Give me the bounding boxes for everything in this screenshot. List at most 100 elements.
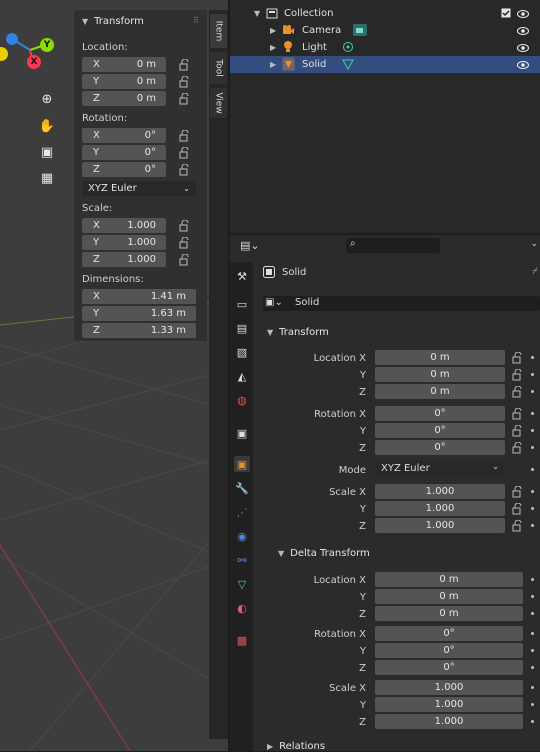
lock-icon[interactable] (178, 76, 190, 88)
animate-property-dot[interactable] (531, 507, 534, 510)
rotation-mode-dropdown[interactable]: XYZ Euler ⌄ (375, 462, 505, 477)
tab-tool[interactable]: Tool (210, 52, 227, 84)
texture-tab-icon[interactable]: ▩ (234, 632, 250, 648)
relations-section-header[interactable]: ▶ Relations (267, 741, 325, 752)
animate-property-dot[interactable] (531, 490, 534, 493)
camera-data-icon[interactable] (352, 23, 368, 37)
location-x-field[interactable]: 0 m (375, 350, 505, 365)
chevron-right-icon[interactable]: ▶ (270, 43, 276, 52)
lock-icon[interactable] (511, 520, 523, 532)
rotation-y-field[interactable]: Y 0° (82, 145, 166, 160)
lock-icon[interactable] (511, 503, 523, 515)
scale-z-field[interactable]: 1.000 (375, 518, 505, 533)
tool-tab-icon[interactable]: ⚒ (234, 268, 250, 284)
scale-y-field[interactable]: 1.000 (375, 501, 505, 516)
render-tab-icon[interactable]: ▭ (234, 296, 250, 312)
eye-icon[interactable] (517, 44, 529, 52)
animate-property-dot[interactable] (531, 720, 534, 723)
animate-property-dot[interactable] (531, 666, 534, 669)
delta-location-y-field[interactable]: 0 m (375, 589, 523, 604)
delta-rotation-z-field[interactable]: 0° (375, 660, 523, 675)
camera-view-icon[interactable]: ▣ (36, 141, 58, 163)
lock-icon[interactable] (178, 254, 190, 266)
animate-property-dot[interactable] (531, 373, 534, 376)
delta-rotation-y-field[interactable]: 0° (375, 643, 523, 658)
pan-hand-icon[interactable]: ✋ (36, 115, 58, 137)
material-tab-icon[interactable]: ◐ (234, 600, 250, 616)
search-input[interactable]: ⌕ (346, 238, 440, 253)
delta-rotation-x-field[interactable]: 0° (375, 626, 523, 641)
transform-panel-header[interactable]: ▼ Transform ⠿ (74, 10, 207, 32)
mesh-data-icon[interactable] (342, 58, 354, 70)
animate-property-dot[interactable] (531, 703, 534, 706)
lock-icon[interactable] (511, 442, 523, 454)
animate-property-dot[interactable] (531, 468, 534, 471)
lock-icon[interactable] (511, 486, 523, 498)
location-y-field[interactable]: Y 0 m (82, 74, 166, 89)
rotation-x-field[interactable]: X 0° (82, 128, 166, 143)
world-tab-icon[interactable]: ◍ (234, 392, 250, 408)
dimensions-z-field[interactable]: Z 1.33 m (82, 323, 196, 338)
lock-icon[interactable] (178, 237, 190, 249)
grid-perspective-icon[interactable]: ▦ (36, 167, 58, 189)
dimensions-y-field[interactable]: Y 1.63 m (82, 306, 196, 321)
particles-tab-icon[interactable]: ⋰ (234, 504, 250, 520)
delta-transform-section-header[interactable]: ▼ Delta Transform (278, 548, 370, 559)
animate-property-dot[interactable] (531, 429, 534, 432)
lock-icon[interactable] (511, 425, 523, 437)
rotation-mode-dropdown[interactable]: XYZ Euler ⌄ (82, 181, 196, 196)
delta-location-x-field[interactable]: 0 m (375, 572, 523, 587)
location-z-field[interactable]: 0 m (375, 384, 505, 399)
lock-icon[interactable] (178, 220, 190, 232)
animate-property-dot[interactable] (531, 595, 534, 598)
animate-property-dot[interactable] (531, 686, 534, 689)
lock-icon[interactable] (511, 352, 523, 364)
scale-x-field[interactable]: 1.000 (375, 484, 505, 499)
animate-property-dot[interactable] (531, 612, 534, 615)
scene-tab-icon[interactable]: ◭ (234, 368, 250, 384)
constraints-tab-icon[interactable]: ⚯ (234, 552, 250, 568)
animate-property-dot[interactable] (531, 524, 534, 527)
chevron-down-icon[interactable]: ▼ (254, 9, 260, 18)
animate-property-dot[interactable] (531, 649, 534, 652)
lock-icon[interactable] (178, 59, 190, 71)
lock-icon[interactable] (178, 130, 190, 142)
rotation-z-field[interactable]: 0° (375, 440, 505, 455)
checkbox-icon[interactable] (501, 8, 511, 18)
delta-scale-z-field[interactable]: 1.000 (375, 714, 523, 729)
physics-tab-icon[interactable]: ◉ (234, 528, 250, 544)
editor-type-icon[interactable]: ▤⌄ (240, 239, 260, 252)
chevron-right-icon[interactable]: ▶ (270, 26, 276, 35)
location-z-field[interactable]: Z 0 m (82, 91, 166, 106)
gizmo-x-axis[interactable]: X (27, 55, 41, 69)
location-y-field[interactable]: 0 m (375, 367, 505, 382)
output-tab-icon[interactable]: ▤ (234, 320, 250, 336)
light-data-icon[interactable] (342, 41, 354, 53)
view-layer-tab-icon[interactable]: ▧ (234, 344, 250, 360)
lock-icon[interactable] (178, 147, 190, 159)
eye-icon[interactable] (517, 27, 529, 35)
scale-x-field[interactable]: X 1.000 (82, 218, 166, 233)
object-datablock-field[interactable]: ▣⌄ Solid (263, 296, 540, 311)
eye-icon[interactable] (517, 61, 529, 69)
animate-property-dot[interactable] (531, 412, 534, 415)
animate-property-dot[interactable] (531, 632, 534, 635)
modifier-wrench-icon[interactable]: 🔧 (234, 480, 250, 496)
scale-y-field[interactable]: Y 1.000 (82, 235, 166, 250)
drag-handle-icon[interactable]: ⠿ (193, 16, 199, 25)
pin-icon[interactable]: ⌿ (532, 266, 538, 277)
object-tab-icon[interactable]: ▣ (234, 456, 250, 472)
animate-property-dot[interactable] (531, 578, 534, 581)
gizmo-z-axis[interactable]: Z (6, 33, 18, 45)
gizmo-y-axis[interactable]: Y (40, 38, 54, 52)
delta-scale-x-field[interactable]: 1.000 (375, 680, 523, 695)
transform-section-header[interactable]: ▼ Transform (267, 327, 329, 338)
lock-icon[interactable] (511, 386, 523, 398)
lock-icon[interactable] (178, 164, 190, 176)
location-x-field[interactable]: X 0 m (82, 57, 166, 72)
lock-icon[interactable] (511, 369, 523, 381)
outliner-row-solid[interactable]: ▶ Solid (230, 56, 540, 73)
object-data-tab-icon[interactable]: ▽ (234, 576, 250, 592)
delta-location-z-field[interactable]: 0 m (375, 606, 523, 621)
outliner-row-collection[interactable]: ▼ Collection (230, 5, 540, 22)
